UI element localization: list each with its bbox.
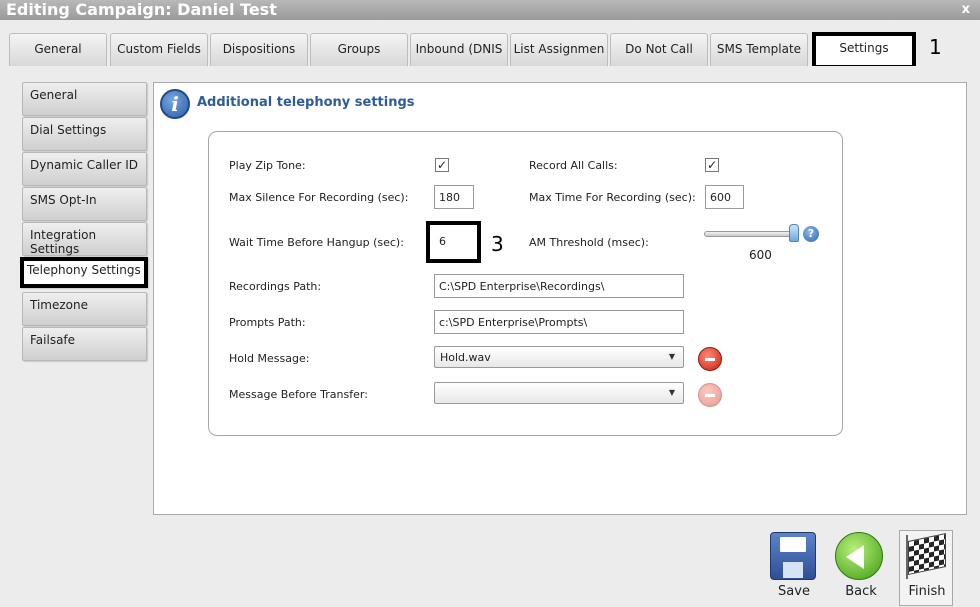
finish-label: Finish: [908, 584, 946, 599]
record-all-calls-checkbox[interactable]: ✓: [705, 158, 719, 172]
max-silence-label: Max Silence For Recording (sec):: [229, 191, 409, 204]
save-label: Save: [778, 584, 810, 599]
am-threshold-label: AM Threshold (msec):: [529, 236, 649, 249]
tab-sms-template[interactable]: SMS Template: [710, 33, 808, 66]
tab-strip: General Custom Fields Dispositions Group…: [0, 20, 980, 69]
play-zip-tone-checkbox[interactable]: ✓: [435, 158, 449, 172]
hold-message-value: Hold.wav: [440, 351, 491, 364]
max-silence-input[interactable]: 180: [434, 185, 474, 209]
window-titlebar: Editing Campaign: Daniel Test x: [0, 0, 980, 20]
tab-dispositions[interactable]: Dispositions: [210, 33, 308, 66]
tab-do-not-call[interactable]: Do Not Call: [610, 33, 708, 66]
chevron-down-icon: ▼: [668, 388, 675, 397]
play-zip-tone-label: Play Zip Tone:: [229, 159, 306, 172]
back-button[interactable]: Back: [835, 532, 887, 604]
wait-time-input[interactable]: 6: [426, 221, 481, 263]
hold-message-label: Hold Message:: [229, 352, 310, 365]
sidebar-item-dial-settings[interactable]: Dial Settings: [22, 117, 147, 151]
chevron-down-icon: ▼: [668, 352, 675, 361]
recordings-path-label: Recordings Path:: [229, 280, 322, 293]
sidebar-item-timezone[interactable]: Timezone: [22, 292, 147, 326]
checkered-flag-icon: [908, 532, 946, 576]
info-icon: i: [160, 89, 190, 119]
sidebar-item-general[interactable]: General: [22, 82, 147, 116]
sidebar-item-telephony-settings[interactable]: Telephony Settings: [20, 257, 148, 288]
window-title: Editing Campaign: Daniel Test: [6, 0, 277, 19]
callout-number-1: 1: [929, 35, 942, 59]
remove-transfer-message-button[interactable]: [698, 383, 722, 407]
max-time-input[interactable]: 600: [705, 185, 744, 209]
back-label: Back: [845, 584, 877, 599]
tab-custom-fields[interactable]: Custom Fields: [110, 33, 208, 66]
help-icon[interactable]: ?: [803, 226, 819, 242]
sidebar-item-sms-opt-in[interactable]: SMS Opt-In: [22, 187, 147, 221]
tab-list-assignments[interactable]: List Assignmen: [510, 33, 608, 66]
remove-hold-message-button[interactable]: [698, 347, 722, 371]
am-threshold-slider-thumb[interactable]: [789, 224, 799, 242]
save-icon: [770, 532, 816, 580]
save-button[interactable]: Save: [768, 532, 820, 604]
telephony-settings-panel: i Additional telephony settings Play Zip…: [153, 82, 967, 515]
settings-form: Play Zip Tone: ✓ Record All Calls: ✓ Max…: [208, 131, 843, 436]
sidebar-item-failsafe[interactable]: Failsafe: [22, 327, 147, 361]
finish-button[interactable]: Finish: [899, 530, 953, 606]
record-all-calls-label: Record All Calls:: [529, 159, 618, 172]
tab-settings[interactable]: Settings: [812, 32, 916, 69]
sidebar-item-dynamic-caller-id[interactable]: Dynamic Caller ID: [22, 152, 147, 186]
prompts-path-label: Prompts Path:: [229, 316, 306, 329]
am-threshold-value: 600: [749, 248, 772, 262]
tab-inbound-dnis[interactable]: Inbound (DNIS: [410, 33, 508, 66]
wait-time-label: Wait Time Before Hangup (sec):: [229, 236, 404, 249]
sidebar-item-integration-settings[interactable]: Integration Settings: [22, 222, 147, 256]
am-threshold-slider-track[interactable]: [704, 231, 796, 237]
back-arrow-icon: [835, 532, 883, 580]
tab-general[interactable]: General: [9, 33, 107, 66]
tab-groups[interactable]: Groups: [310, 33, 408, 66]
callout-number-3: 3: [491, 232, 504, 256]
close-icon[interactable]: x: [962, 0, 970, 20]
content-area: General Dial Settings Dynamic Caller ID …: [0, 66, 980, 607]
hold-message-select[interactable]: Hold.wav ▼: [434, 346, 684, 368]
message-before-transfer-label: Message Before Transfer:: [229, 388, 368, 401]
max-time-label: Max Time For Recording (sec):: [529, 191, 696, 204]
panel-title: Additional telephony settings: [197, 95, 415, 110]
prompts-path-input[interactable]: c:\SPD Enterprise\Prompts\: [434, 310, 684, 334]
message-before-transfer-select[interactable]: ▼: [434, 382, 684, 404]
recordings-path-input[interactable]: C:\SPD Enterprise\Recordings\: [434, 274, 684, 298]
